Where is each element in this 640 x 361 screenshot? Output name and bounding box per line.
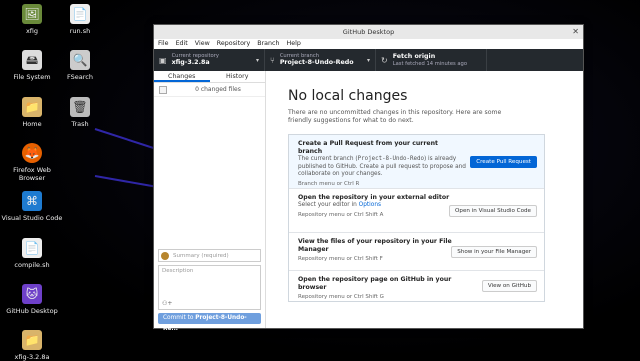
desktop-icon-label: compile.sh	[14, 261, 50, 269]
wallpaper-streak	[94, 175, 155, 188]
suggestion-title: View the files of your repository in you…	[298, 238, 452, 253]
image-icon: 🖼	[22, 4, 42, 24]
suggestion-shortcut: Repository menu or Ctrl Shift G	[298, 294, 384, 300]
desktop-icon-fsearch[interactable]: 🔍 FSearch	[49, 50, 111, 81]
branch-icon: ⑂	[270, 55, 275, 65]
select-all-checkbox[interactable]	[159, 85, 167, 94]
wallpaper-streak	[94, 128, 162, 152]
menu-bar: File Edit View Repository Branch Help	[154, 39, 583, 49]
suggestion-description: Select your editor in Options	[298, 202, 473, 210]
desktop-icon-run-sh[interactable]: 📄 run.sh	[49, 4, 111, 35]
desktop-icon-label: Trash	[71, 120, 89, 128]
suggestion-title: Open the repository page on GitHub in yo…	[298, 276, 452, 291]
commit-form: Summary (required) Description ⚇+ Commit…	[158, 249, 261, 332]
firefox-icon: 🦊	[22, 143, 42, 163]
desktop-icon-trash[interactable]: 🗑 Trash	[49, 97, 111, 128]
folder-icon: 📁	[22, 97, 42, 117]
close-icon[interactable]: ✕	[572, 25, 579, 39]
suggestions-card: Create a Pull Request from your current …	[288, 134, 545, 302]
description-input[interactable]: Description ⚇+	[158, 265, 261, 310]
menu-branch[interactable]: Branch	[257, 40, 279, 47]
drive-icon: 🖴	[22, 50, 42, 70]
file-icon: 📄	[22, 238, 42, 258]
menu-repository[interactable]: Repository	[217, 40, 250, 47]
suggestion-external-editor: Open the repository in your external edi…	[289, 189, 544, 233]
menu-edit[interactable]: Edit	[176, 40, 188, 47]
desktop-icon-label: run.sh	[69, 27, 91, 35]
commit-prefix: Commit to	[163, 315, 196, 321]
changed-files-header: 0 changed files	[154, 83, 265, 97]
repo-value: xfig-3.2.8a	[171, 59, 210, 66]
desktop-icon-compile-sh[interactable]: 📄 compile.sh	[1, 238, 63, 269]
title-bar[interactable]: GitHub Desktop ✕	[154, 25, 583, 39]
tab-history[interactable]: History	[210, 71, 266, 82]
repo-icon: ▣	[159, 55, 167, 65]
suggestion-shortcut: Branch menu or Ctrl R	[298, 180, 360, 187]
page-subtitle: There are no uncommitted changes in this…	[288, 109, 502, 124]
file-icon: 📄	[70, 4, 90, 24]
menu-view[interactable]: View	[195, 40, 210, 47]
fetch-origin-button[interactable]: ↻ Fetch origin Last fetched 14 minutes a…	[376, 49, 487, 71]
changes-sidebar: Changes History 0 changed files Summary …	[154, 71, 266, 332]
chevron-down-icon: ▾	[255, 56, 259, 64]
window-title: GitHub Desktop	[342, 28, 395, 36]
view-on-github-button[interactable]: View on GitHub	[481, 280, 537, 292]
changed-files-count: 0 changed files	[195, 86, 241, 93]
suggestion-github: Open the repository page on GitHub in yo…	[289, 271, 544, 301]
summary-input[interactable]: Summary (required)	[158, 249, 261, 262]
branch-value: Project-8-Undo-Redo	[279, 59, 354, 66]
desktop-icon-label: FSearch	[67, 73, 93, 81]
suggestion-description: The current branch (Project-8-Undo-Redo)…	[298, 156, 473, 179]
description-placeholder: Description	[162, 268, 194, 274]
summary-placeholder: Summary (required)	[173, 252, 229, 259]
desktop-icon-label: Visual Studio Code	[1, 214, 63, 222]
page-title: No local changes	[288, 88, 408, 104]
desktop-icon-label: GitHub Desktop	[6, 307, 58, 315]
open-in-editor-button[interactable]: Open in Visual Studio Code	[449, 204, 537, 217]
create-pull-request-button[interactable]: Create Pull Request	[470, 155, 537, 168]
current-branch-button[interactable]: ⑂ Current branch Project-8-Undo-Redo ▾	[265, 49, 376, 71]
avatar	[161, 251, 169, 260]
desktop-icon-xfig-folder[interactable]: 📁 xfig-3.2.8a	[1, 330, 63, 361]
sidebar-tabs: Changes History	[154, 71, 265, 83]
menu-help[interactable]: Help	[286, 40, 300, 47]
sync-icon: ↻	[381, 55, 388, 65]
current-repository-button[interactable]: ▣ Current repository xfig-3.2.8a ▾	[154, 49, 265, 71]
desc-text: The current branch (	[298, 156, 358, 162]
search-icon: 🔍	[70, 50, 90, 70]
github-desktop-window: GitHub Desktop ✕ File Edit View Reposito…	[153, 24, 584, 332]
vscode-icon: ⌘	[22, 191, 42, 211]
tab-changes[interactable]: Changes	[154, 71, 210, 82]
chevron-down-icon: ▾	[366, 56, 370, 64]
trash-icon: 🗑	[70, 97, 90, 117]
desc-text: Select your editor in	[298, 202, 359, 208]
menu-file[interactable]: File	[158, 40, 169, 47]
desktop-icon-firefox[interactable]: 🦊 Firefox Web Browser	[1, 143, 63, 182]
desktop-icon-label: Firefox Web Browser	[13, 166, 51, 182]
github-icon: 🐱	[22, 284, 42, 304]
suggestion-file-manager: View the files of your repository in you…	[289, 233, 544, 271]
branch-code: Project-8-Undo-Redo	[357, 156, 424, 162]
fetch-subtext: Last fetched 14 minutes ago	[392, 61, 468, 67]
show-in-file-manager-button[interactable]: Show in your File Manager	[451, 245, 537, 258]
toolbar: ▣ Current repository xfig-3.2.8a ▾ ⑂ Cur…	[154, 49, 583, 71]
suggestion-pull-request: Create a Pull Request from your current …	[289, 135, 544, 189]
suggestion-title: Create a Pull Request from your current …	[298, 140, 438, 155]
commit-button[interactable]: Commit to Project-8-Undo-Re...	[158, 313, 261, 332]
desktop-icon-vscode[interactable]: ⌘ Visual Studio Code	[1, 191, 63, 222]
desktop-icon-github-desktop[interactable]: 🐱 GitHub Desktop	[1, 284, 63, 315]
add-coauthor-icon[interactable]: ⚇+	[162, 300, 172, 307]
fetch-label: Fetch origin	[392, 53, 436, 60]
no-changes-panel: No local changes There are no uncommitte…	[266, 71, 583, 328]
folder-icon: 📁	[22, 330, 42, 350]
options-link[interactable]: Options	[359, 202, 381, 208]
suggestion-title: Open the repository in your external edi…	[298, 194, 450, 201]
